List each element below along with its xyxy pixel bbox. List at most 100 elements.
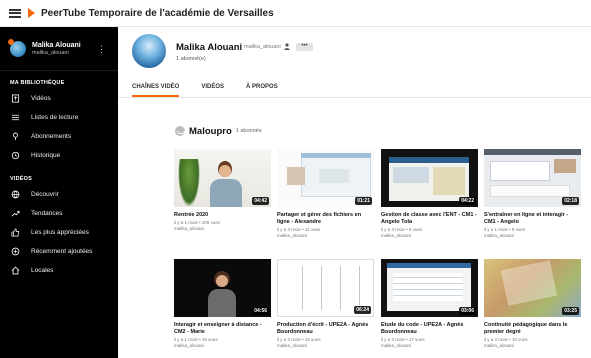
video-title[interactable]: Rentrée 2020 [174,212,271,219]
thumb-content-block [393,167,429,183]
sidebar-item-recently-added[interactable]: Récemment ajoutées [0,242,118,261]
video-title[interactable]: Partager et gérer des fichiers en ligne … [277,212,374,226]
channel-header: Maloupro 1 abonnée [175,125,262,137]
video-thumbnail[interactable]: 03:25 [484,259,581,317]
site-title[interactable]: PeerTube Temporaire de l'académie de Ver… [41,8,274,19]
thumb-webcam [554,159,576,173]
tab-videos[interactable]: VIDÉOS [201,82,224,97]
video-author[interactable]: malika_alouani [174,343,271,349]
video-card[interactable]: 02:18 S'entraîner en ligne et interagir … [484,149,581,239]
video-title[interactable]: S'entraîner en ligne et interagir - CM1 … [484,212,581,226]
video-card[interactable]: 01:21 Partager et gérer des fichiers en … [277,149,374,239]
video-duration: 03:06 [459,307,476,315]
main-content: Malika Alouani malika_alouani ••• 1 abon… [118,27,591,358]
video-thumbnail[interactable]: 04:22 [381,149,478,207]
thumb-person [204,267,240,317]
section-title-library: MA BIBLIOTHÈQUE [10,80,65,86]
home-icon [11,266,20,275]
video-card[interactable]: 03:25 Continuité pédagogique dans le pre… [484,259,581,349]
video-duration: 04:42 [252,197,269,205]
sidebar-item-local[interactable]: Locales [0,261,118,280]
channel-avatar-icon[interactable] [175,126,185,136]
section-title-videos: VIDÉOS [10,176,32,182]
thumb-webcam [287,167,305,185]
thumb-screen-bar [387,263,471,268]
video-duration: 01:21 [355,197,372,205]
video-author[interactable]: malika_alouani [381,233,478,239]
thumb-worksheet [284,266,368,310]
video-author[interactable]: malika_alouani [484,233,581,239]
video-title[interactable]: Interagir et enseigner à distance - CM2 … [174,322,271,336]
user-block[interactable]: Malika Alouani malika_alouani ⋮ [0,27,118,71]
video-duration: 02:18 [562,197,579,205]
video-thumbnail[interactable]: 06:24 [277,259,374,317]
video-title[interactable]: Gestion de classe avec l'ENT - CM1 - Ang… [381,212,478,226]
account-tabs: CHAÎNES VIDÉO VIDÉOS À PROPOS [132,82,300,97]
video-thumbnail[interactable]: 01:21 [277,149,374,207]
tab-about[interactable]: À PROPOS [246,82,278,97]
thumb-content-block [393,273,463,301]
plus-circle-icon [11,247,20,256]
video-author[interactable]: malika_alouani [277,343,374,349]
thumb-screen-bar [484,149,581,155]
sidebar-item-subscriptions[interactable]: Abonnements [0,127,118,146]
sidebar-item-label: Locales [31,267,54,274]
video-title[interactable]: Etude du code - UPE2A - Agnès Bourdonnea… [381,322,478,336]
sidebar-item-playlists[interactable]: Listes de lecture [0,108,118,127]
sidebar-item-label: Récemment ajoutées [31,248,93,255]
globe-icon [11,190,20,199]
video-thumbnail[interactable]: 02:18 [484,149,581,207]
channel-name[interactable]: Maloupro [189,126,232,137]
more-vertical-icon[interactable]: ⋮ [97,44,106,55]
channel-subscribers: 1 abonnée [235,128,262,134]
user-handle: malika_alouani [32,49,69,56]
account-avatar [132,34,166,68]
sidebar-item-label: Tendances [31,210,63,217]
video-author[interactable]: malika_alouani [277,233,374,239]
video-thumbnail[interactable]: 04:42 [174,149,271,207]
video-thumbnail[interactable]: 04:56 [174,259,271,317]
peertube-logo[interactable] [28,8,35,18]
account-more-button[interactable]: ••• [296,43,313,51]
video-duration: 04:56 [252,307,269,315]
menu-icon[interactable] [9,8,21,18]
video-thumbnail[interactable]: 03:06 [381,259,478,317]
trending-icon [11,209,20,218]
video-author[interactable]: malika_alouani [484,343,581,349]
account-name: Malika Alouani [176,42,243,53]
tabs-divider [118,97,591,98]
thumb-content-block [433,167,465,195]
sidebar-item-history[interactable]: Historique [0,146,118,165]
video-card[interactable]: 06:24 Production d'écrit - UPE2A - Agnès… [277,259,374,349]
sidebar-item-label: Abonnements [31,133,72,140]
sidebar-item-label: Listes de lecture [31,114,79,121]
thumb-person [208,159,244,207]
sidebar-item-discover[interactable]: Découvrir [0,185,118,204]
notification-dot-icon [8,38,14,45]
sidebar-item-videos[interactable]: Vidéos [0,89,118,108]
video-card[interactable]: 04:22 Gestion de classe avec l'ENT - CM1… [381,149,478,239]
thumb-overlay-shape [500,260,558,306]
user-avatar[interactable] [8,38,26,57]
sidebar-item-label: Découvrir [31,191,59,198]
sidebar-item-label: Les plus appréciées [31,229,89,236]
sidebar-item-label: Vidéos [31,95,51,102]
video-title[interactable]: Continuité pédagogique dans le premier d… [484,322,581,336]
video-author[interactable]: malika_alouani [381,343,478,349]
video-card[interactable]: 04:56 Interagir et enseigner à distance … [174,259,271,349]
video-duration: 04:22 [459,197,476,205]
video-title[interactable]: Production d'écrit - UPE2A - Agnès Bourd… [277,322,374,336]
sidebar-item-trending[interactable]: Tendances [0,204,118,223]
history-icon [11,151,20,160]
account-subscribers: 1 abonné(e) [176,56,206,62]
video-duration: 06:24 [354,306,371,314]
tab-video-channels[interactable]: CHAÎNES VIDÉO [132,82,180,97]
video-card[interactable]: 03:06 Etude du code - UPE2A - Agnès Bour… [381,259,478,349]
video-author[interactable]: malika_alouani [174,226,271,232]
video-card[interactable]: 04:42 Rentrée 2020 il y a 1 mois • 205 v… [174,149,271,232]
thumb-plant [178,159,200,207]
thumb-screen-bar [301,153,371,158]
sidebar-item-most-liked[interactable]: Les plus appréciées [0,223,118,242]
thumb-content-block [490,185,570,197]
thumb-screen-bar [389,157,469,163]
